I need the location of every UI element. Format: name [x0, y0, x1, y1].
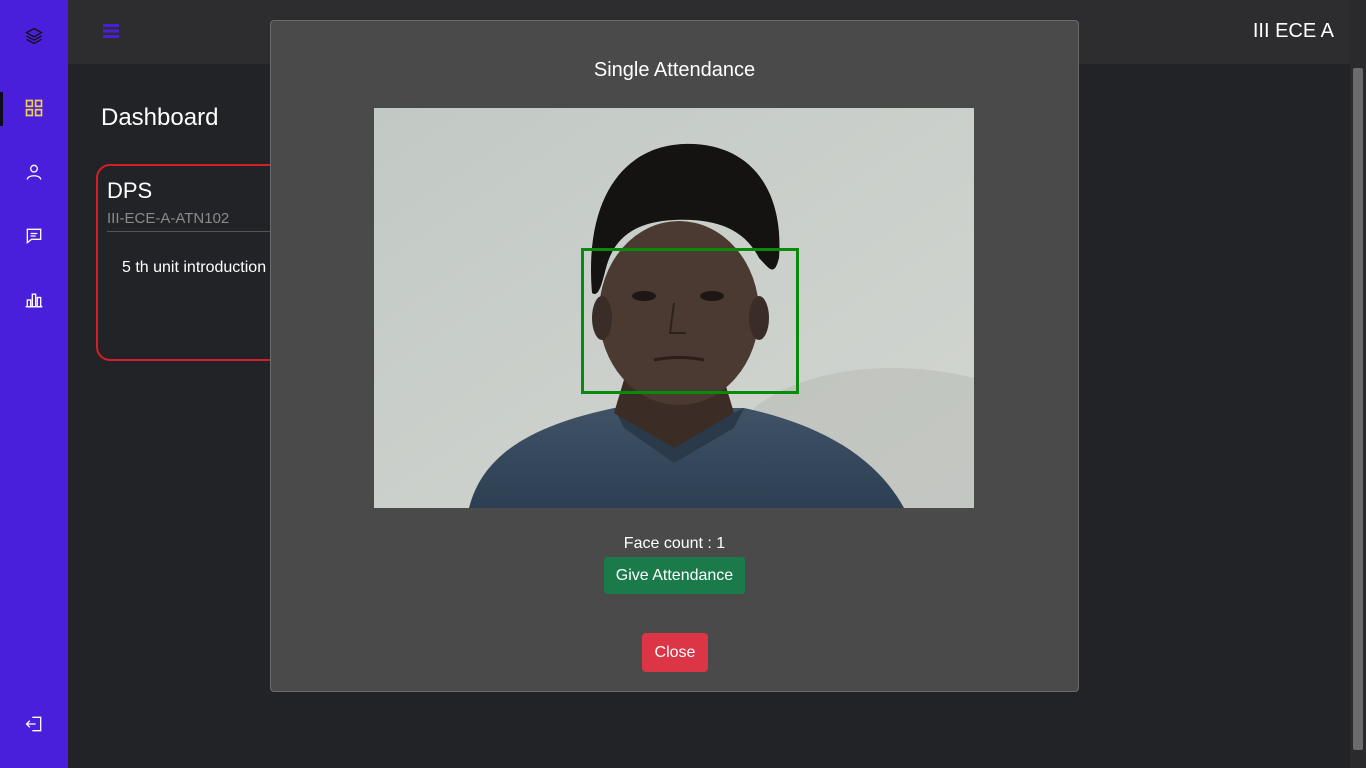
bar-chart-icon — [25, 293, 43, 308]
give-attendance-button[interactable]: Give Attendance — [604, 557, 745, 594]
topic-text: 5 th unit introduction — [122, 259, 267, 276]
sidebar-item-profile[interactable] — [0, 154, 68, 190]
sidebar-item-messages[interactable] — [0, 218, 68, 254]
sidebar-item-dashboard[interactable] — [0, 90, 68, 126]
user-icon — [26, 164, 42, 180]
dashboard-grid-icon — [25, 99, 43, 117]
camera-feed — [374, 108, 974, 508]
hamburger-menu-icon[interactable] — [102, 20, 124, 42]
face-count-text: Face count : 1 — [623, 535, 726, 552]
sidebar-item-reports[interactable] — [0, 282, 68, 318]
modal-title: Single Attendance — [593, 59, 756, 81]
close-button[interactable]: Close — [642, 633, 708, 672]
sidebar — [0, 0, 68, 768]
logout-icon — [25, 716, 42, 732]
page-scrollbar[interactable] — [1350, 0, 1366, 768]
subject-code: DPS — [107, 178, 153, 203]
page-title: Dashboard — [101, 104, 219, 131]
class-label: III ECE A — [1252, 20, 1334, 42]
logout-button[interactable] — [0, 706, 68, 742]
face-detection-box — [581, 248, 799, 394]
message-icon — [26, 228, 42, 245]
layers-icon[interactable] — [0, 18, 68, 54]
scrollbar-thumb[interactable] — [1353, 68, 1363, 750]
attendance-modal: Single Attendance Face count: 1 Give At… — [270, 20, 1079, 692]
